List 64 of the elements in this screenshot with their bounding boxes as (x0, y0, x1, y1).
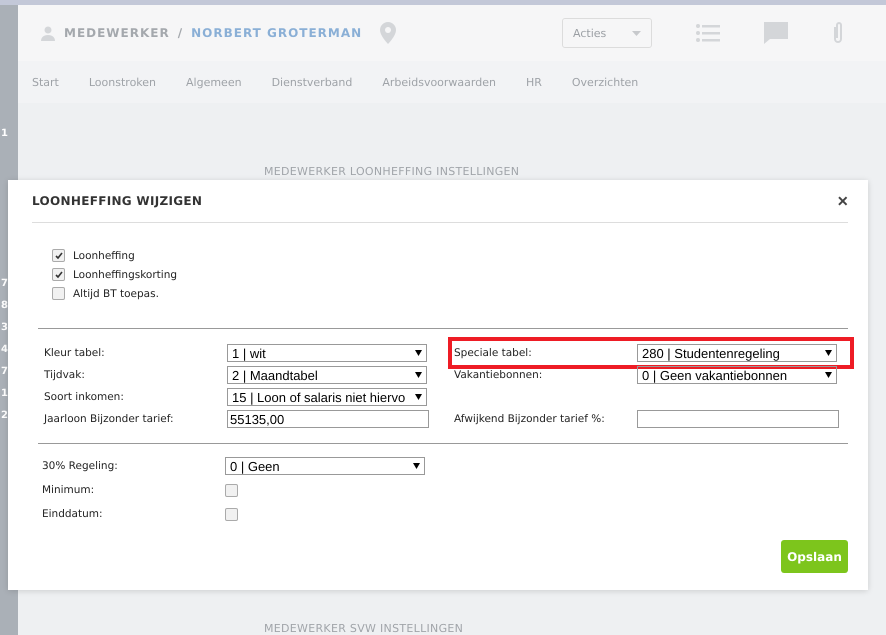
list-icon[interactable] (696, 24, 720, 42)
select-field[interactable]: 0 | Geen (225, 457, 425, 475)
field-label: 30% Regeling: (42, 460, 119, 472)
header-separator: / (178, 26, 184, 40)
nav-tab[interactable]: Overzichten (572, 76, 638, 88)
field-label: Afwijkend Bijzonder tarief %: (454, 413, 606, 425)
nav-tab[interactable]: Algemeen (186, 76, 242, 88)
header-label: MEDEWERKER (64, 26, 170, 40)
select-field[interactable]: 0 | Geen vakantiebonnen (637, 366, 837, 384)
field-label: Kleur tabel: (44, 347, 106, 359)
caret-icon (413, 463, 420, 469)
select-field[interactable]: 2 | Maandtabel (227, 366, 427, 384)
chat-icon[interactable] (764, 22, 788, 44)
field-label: Vakantiebonnen: (454, 369, 544, 381)
check-icon (54, 252, 62, 260)
select-field[interactable]: 1 | wit (227, 344, 427, 362)
dialog-title: LOONHEFFING WIJZIGEN (32, 194, 202, 208)
section-title: MEDEWERKER LOONHEFFING INSTELLINGEN (264, 165, 520, 178)
caret-icon (632, 30, 641, 36)
check-icon (54, 270, 62, 278)
input-field[interactable] (637, 410, 839, 428)
sidebar-text: 7 (1, 365, 8, 378)
field-label: Tijdvak: (44, 369, 86, 381)
sidebar-text: 2 (1, 409, 8, 422)
field-label: Minimum: (42, 484, 96, 496)
checkbox-label: Loonheffingskorting (73, 268, 178, 280)
person-icon (40, 25, 56, 41)
checkbox[interactable] (225, 508, 238, 520)
sidebar-text: 4 (1, 343, 8, 356)
caret-icon (825, 372, 832, 378)
field-label: Speciale tabel: (454, 347, 533, 359)
input-field[interactable]: 55135,00 (227, 410, 429, 428)
caret-icon (415, 394, 422, 400)
sidebar-text: 8 (1, 299, 8, 312)
checkbox[interactable] (52, 249, 65, 262)
sidebar-text: 1 (1, 387, 8, 400)
select-field[interactable]: 15 | Loon of salaris niet hiervo (227, 388, 427, 406)
nav-tab[interactable]: HR (526, 76, 542, 88)
field-label: Soort inkomen: (44, 391, 125, 403)
checkbox-label: Loonheffing (73, 250, 135, 262)
select-field[interactable]: 280 | Studentenregeling (637, 344, 837, 362)
nav-tab[interactable]: Arbeidsvoorwaarden (382, 76, 496, 88)
employee-name: NORBERT GROTERMAN (191, 26, 362, 40)
checkbox-label: Altijd BT toepas. (73, 288, 159, 300)
actions-dropdown[interactable]: Acties (562, 18, 652, 48)
checkbox[interactable] (225, 484, 238, 496)
caret-icon (415, 350, 422, 356)
checkbox[interactable] (52, 268, 65, 281)
caret-icon (415, 372, 422, 378)
field-label: Jaarloon Bijzonder tarief: (44, 413, 175, 425)
sidebar-text: 1 (1, 127, 8, 140)
nav-tab[interactable]: Dienstverband (272, 76, 352, 88)
map-pin-icon[interactable] (380, 22, 396, 44)
sidebar-text: 3 (1, 321, 8, 334)
sidebar-text: 7 (1, 277, 8, 290)
nav-tab[interactable]: Start (32, 76, 59, 88)
section-title: MEDEWERKER SVW INSTELLINGEN (264, 622, 464, 635)
paperclip-icon[interactable] (832, 21, 844, 45)
checkbox[interactable] (52, 287, 65, 300)
caret-icon (825, 350, 832, 356)
nav-tab[interactable]: Loonstroken (88, 76, 156, 88)
close-button[interactable]: × (837, 190, 848, 212)
field-label: Einddatum: (42, 508, 104, 520)
save-button[interactable]: Opslaan (781, 540, 848, 573)
